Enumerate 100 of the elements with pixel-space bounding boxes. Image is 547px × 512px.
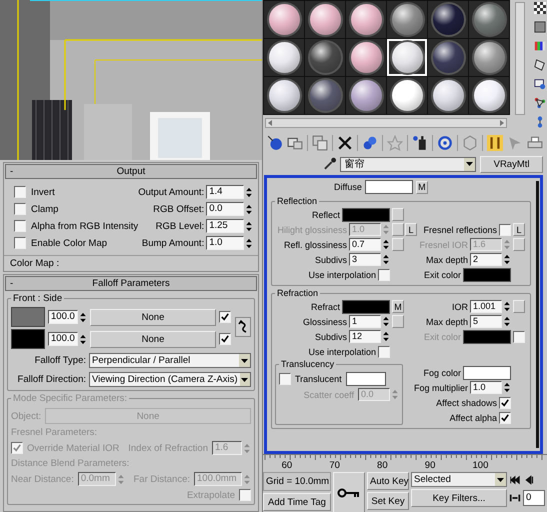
nodes-icon[interactable]: [533, 97, 547, 109]
two-spheres-icon[interactable]: [362, 135, 378, 151]
eyedropper-icon[interactable]: [323, 156, 336, 172]
map-button[interactable]: None: [90, 308, 216, 326]
color-swatch[interactable]: [11, 307, 45, 327]
color-swatch[interactable]: [463, 268, 511, 282]
printer-icon[interactable]: [527, 135, 543, 151]
group-title: Reflection: [276, 196, 318, 206]
map-button[interactable]: None: [90, 330, 216, 348]
square-icon[interactable]: [533, 21, 547, 33]
section-label: Fresnel Parameters:: [11, 427, 98, 438]
number-field[interactable]: 5: [470, 315, 502, 328]
color-swatch[interactable]: [463, 366, 511, 380]
color-swatch[interactable]: [342, 300, 390, 314]
key-mode-toggle-icon[interactable]: [509, 492, 521, 504]
window-icon[interactable]: [533, 78, 547, 90]
close-icon[interactable]: [337, 135, 353, 151]
bottle-icon[interactable]: [412, 135, 428, 151]
horizontal-scrollbar[interactable]: [265, 118, 507, 128]
checkbox[interactable]: [14, 203, 26, 215]
number-field[interactable]: 1.0: [206, 236, 244, 250]
checkbox-label: Clamp: [31, 204, 58, 214]
checkbox[interactable]: [378, 346, 390, 358]
color-swatch[interactable]: [11, 329, 45, 349]
material-name-field[interactable]: 窗帘: [340, 156, 476, 172]
rollout-header[interactable]: - Output: [5, 164, 257, 179]
field-label: Glossiness: [302, 316, 347, 326]
checkbox[interactable]: [499, 224, 511, 236]
dropdown-arrow-icon[interactable]: [466, 162, 474, 166]
previous-frame-icon[interactable]: [523, 474, 535, 486]
checkbox[interactable]: [14, 186, 26, 198]
frame-field[interactable]: 0: [523, 490, 545, 506]
checkbox[interactable]: [279, 373, 291, 385]
add-time-tag-button[interactable]: Add Time Tag: [263, 493, 331, 511]
field-label: Object:: [11, 410, 42, 422]
field-label: Scatter coeff: [304, 390, 354, 400]
field-label: RGB Level:: [156, 220, 204, 232]
field-label: Bump Amount:: [142, 238, 204, 248]
number-field[interactable]: 2: [470, 253, 502, 266]
number-field[interactable]: 100.0: [48, 332, 78, 346]
dropdown[interactable]: Viewing Direction (Camera Z-Axis): [89, 372, 251, 387]
field-label: Falloff Direction:: [18, 374, 86, 385]
number-field[interactable]: 100.0: [48, 310, 78, 324]
dropdown[interactable]: Perpendicular / Parallel: [89, 353, 251, 368]
checkbox[interactable]: [378, 268, 390, 280]
checkbox[interactable]: [499, 412, 511, 424]
number-field[interactable]: 3: [349, 253, 381, 266]
key-button[interactable]: [333, 472, 365, 512]
number-field[interactable]: 1.25: [206, 219, 244, 233]
key-icon: [337, 488, 361, 498]
auto-key-button[interactable]: Auto Key: [367, 472, 409, 490]
field-label: Exit color: [424, 270, 461, 280]
field-label: Falloff Type:: [34, 355, 86, 366]
checkbox[interactable]: [219, 311, 231, 323]
copy-icon[interactable]: [312, 135, 328, 151]
checkbox[interactable]: [219, 333, 231, 345]
field-label: Reflect: [312, 210, 340, 220]
field-label: Use interpolation: [308, 270, 376, 280]
grid-status-text: Grid = 10.0mm: [263, 472, 331, 491]
scroll-right-icon[interactable]: [498, 119, 506, 127]
dropdown-arrow-icon[interactable]: [497, 478, 504, 482]
bars-icon[interactable]: [533, 40, 547, 52]
dropdown-arrow-icon[interactable]: [241, 378, 248, 382]
number-field[interactable]: 1: [349, 315, 381, 328]
checkbox[interactable]: [499, 396, 511, 408]
checkbox[interactable]: [14, 220, 26, 232]
color-swatch[interactable]: [342, 208, 390, 222]
map-button[interactable]: M: [416, 180, 428, 194]
vertical-scrollbar[interactable]: [515, 2, 525, 115]
dropdown-arrow-icon[interactable]: [241, 358, 248, 362]
number-field[interactable]: 0.0: [206, 202, 244, 216]
set-key-button[interactable]: Set Key: [367, 492, 409, 510]
map-slot-button[interactable]: [392, 208, 404, 221]
rollout-header[interactable]: Color Map :: [10, 258, 60, 269]
pillars-icon[interactable]: [487, 135, 503, 151]
key-mode-dropdown[interactable]: Selected: [411, 472, 507, 487]
scroll-left-icon[interactable]: [266, 119, 274, 127]
swap-icon[interactable]: [235, 317, 251, 337]
star-outline-icon[interactable]: [387, 135, 403, 151]
number-field[interactable]: 12: [349, 330, 381, 343]
field-label: Max depth: [426, 316, 468, 326]
key-filters-button[interactable]: Key Filters...: [411, 489, 507, 507]
map-button[interactable]: M: [392, 300, 404, 313]
disc-icon[interactable]: [437, 135, 453, 151]
material-type-button[interactable]: VRayMtl: [480, 156, 543, 172]
checkbox-label: Alpha from RGB Intensity: [31, 220, 138, 232]
number-field[interactable]: 1.001: [470, 300, 502, 313]
sphere-pick-icon[interactable]: [267, 135, 283, 151]
checker-icon[interactable]: [533, 2, 547, 14]
color-swatch[interactable]: [346, 372, 386, 386]
lock-button[interactable]: L: [513, 223, 525, 236]
rollout-header[interactable]: - Falloff Parameters: [5, 276, 257, 291]
checkbox-label: Translucent: [295, 374, 342, 384]
checkbox[interactable]: [14, 237, 26, 249]
color-swatch[interactable]: [364, 180, 413, 194]
number-field[interactable]: 1.0: [470, 381, 502, 394]
go-to-start-icon[interactable]: [509, 474, 521, 486]
number-field[interactable]: 0.7: [349, 238, 381, 251]
number-field[interactable]: 1.4: [206, 185, 244, 199]
put-to-scene-icon[interactable]: [287, 135, 303, 151]
